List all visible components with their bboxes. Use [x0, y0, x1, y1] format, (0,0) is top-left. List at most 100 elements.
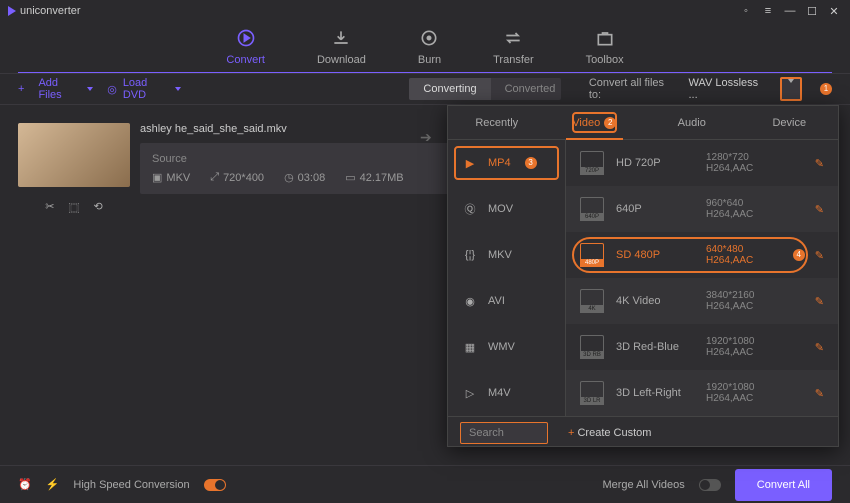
- res-3d-lr[interactable]: 3D LR3D Left-Right1920*1080H264,AAC✎: [566, 370, 838, 416]
- tab-converting[interactable]: Converting: [409, 78, 490, 100]
- avi-icon: ◉: [462, 295, 478, 308]
- res-icon: 640P: [580, 197, 604, 221]
- create-custom-button[interactable]: + Create Custom: [568, 427, 651, 439]
- edit-icon[interactable]: ✎: [815, 387, 824, 400]
- format-wmv[interactable]: ▦WMV: [448, 324, 565, 370]
- crop-icon[interactable]: ⿴: [69, 200, 80, 216]
- video-thumbnail[interactable]: [18, 123, 130, 187]
- callout-badge-3: 3: [525, 157, 537, 169]
- convert-all-button[interactable]: Convert All: [735, 469, 832, 501]
- close-icon[interactable]: ✕: [826, 5, 842, 18]
- disc-icon: ◎: [107, 83, 117, 96]
- callout-badge-4: 4: [793, 249, 805, 261]
- convert-all-to-label: Convert all files to:: [589, 77, 675, 101]
- format-popup: Recently Video2 Audio Device ▶ MP4 3 ⓆMO…: [447, 105, 839, 447]
- chevron-down-icon: [788, 79, 794, 95]
- file-duration: 03:08: [298, 172, 326, 184]
- res-3d-rb[interactable]: 3D RB3D Red-Blue1920*1080H264,AAC✎: [566, 324, 838, 370]
- high-speed-label: High Speed Conversion: [73, 479, 189, 491]
- edit-icon[interactable]: ✎: [815, 249, 824, 262]
- resolution-icon: ⤢: [210, 171, 219, 184]
- tab-audio[interactable]: Audio: [643, 106, 741, 139]
- format-dropdown-button[interactable]: [780, 77, 802, 101]
- app-name: uniconverter: [20, 5, 81, 17]
- burn-icon: [419, 28, 439, 51]
- tab-converted[interactable]: Converted: [491, 78, 561, 100]
- format-mp4[interactable]: ▶ MP4 3: [448, 140, 565, 186]
- trim-icon[interactable]: ✂: [45, 200, 54, 216]
- add-files-button[interactable]: Add Files: [38, 77, 93, 101]
- top-nav: Convert Download Burn Transfer Toolbox: [0, 22, 850, 72]
- maximize-icon[interactable]: ☐: [804, 5, 820, 18]
- res-icon: 3D LR: [580, 381, 604, 405]
- toolbox-icon: [595, 28, 615, 51]
- format-mov[interactable]: ⓆMOV: [448, 186, 565, 232]
- tab-recently[interactable]: Recently: [448, 106, 546, 139]
- format-avi[interactable]: ◉AVI: [448, 278, 565, 324]
- wmv-icon: ▦: [462, 341, 478, 354]
- format-m4v[interactable]: ▷M4V: [448, 370, 565, 416]
- resolution-list[interactable]: 720PHD 720P1280*720H264,AAC✎ 640P640P960…: [566, 140, 838, 416]
- high-speed-toggle[interactable]: [204, 479, 226, 491]
- clock-icon: ◷: [284, 171, 294, 184]
- callout-badge-2: 2: [604, 117, 616, 129]
- video-icon: ▶: [462, 157, 478, 170]
- merge-toggle[interactable]: [699, 479, 721, 491]
- edit-icon[interactable]: ✎: [815, 295, 824, 308]
- content-area: ✂ ⿴ ⟲ ashley he_said_she_said.mkv Source…: [0, 105, 850, 465]
- callout-badge-1: 1: [820, 83, 832, 95]
- titlebar: uniconverter ◦ ≡ — ☐ ✕: [0, 0, 850, 22]
- container-icon: ▣: [152, 171, 162, 184]
- app-logo: uniconverter: [8, 5, 81, 17]
- res-icon: 4K: [580, 289, 604, 313]
- nav-convert[interactable]: Convert: [226, 28, 265, 66]
- alarm-icon[interactable]: ⏰: [18, 478, 32, 491]
- format-list[interactable]: ▶ MP4 3 ⓆMOV {¦}MKV ◉AVI ▦WMV ▷M4V ✕XVID…: [448, 140, 566, 416]
- tab-video[interactable]: Video2: [546, 106, 644, 139]
- edit-icon[interactable]: ✎: [815, 157, 824, 170]
- chevron-down-icon: [175, 87, 181, 91]
- load-dvd-button[interactable]: ◎Load DVD: [107, 77, 181, 101]
- convert-icon: [236, 28, 256, 51]
- nav-download[interactable]: Download: [317, 28, 366, 66]
- download-icon: [331, 28, 351, 51]
- res-icon: 480P: [580, 243, 604, 267]
- edit-icon[interactable]: ✎: [815, 203, 824, 216]
- res-640p[interactable]: 640P640P960*640H264,AAC✎: [566, 186, 838, 232]
- popup-tabs: Recently Video2 Audio Device: [448, 106, 838, 140]
- minimize-icon[interactable]: —: [782, 5, 798, 17]
- toolbar: + Add Files ◎Load DVD Converting Convert…: [0, 73, 850, 105]
- merge-label: Merge All Videos: [602, 479, 684, 491]
- nav-toolbox[interactable]: Toolbox: [586, 28, 624, 66]
- nav-burn[interactable]: Burn: [418, 28, 441, 66]
- nav-transfer[interactable]: Transfer: [493, 28, 534, 66]
- user-icon[interactable]: ◦: [738, 5, 754, 17]
- tab-device[interactable]: Device: [741, 106, 839, 139]
- search-input[interactable]: Search: [460, 422, 548, 444]
- arrow-icon: ➔: [420, 129, 432, 146]
- target-format: WAV Lossless ...: [688, 77, 766, 101]
- folder-icon: ▭: [345, 171, 355, 184]
- mov-icon: Ⓠ: [462, 201, 478, 217]
- chevron-down-icon: [87, 87, 93, 91]
- bolt-icon: ⚡: [46, 478, 60, 491]
- file-size: 42.17MB: [360, 172, 404, 184]
- logo-icon: [8, 6, 16, 16]
- file-resolution: 720*400: [223, 172, 264, 184]
- res-4k[interactable]: 4K4K Video3840*2160H264,AAC✎: [566, 278, 838, 324]
- effects-icon[interactable]: ⟲: [94, 200, 103, 216]
- status-segment: Converting Converted: [409, 78, 560, 100]
- footer: ⏰ ⚡ High Speed Conversion Merge All Vide…: [0, 465, 850, 503]
- add-files-plus-icon: +: [18, 83, 24, 95]
- format-mkv[interactable]: {¦}MKV: [448, 232, 565, 278]
- res-icon: 720P: [580, 151, 604, 175]
- edit-icon[interactable]: ✎: [815, 341, 824, 354]
- file-container: MKV: [166, 172, 190, 184]
- menu-icon[interactable]: ≡: [760, 5, 776, 17]
- res-hd720p[interactable]: 720PHD 720P1280*720H264,AAC✎: [566, 140, 838, 186]
- res-sd480p[interactable]: 480P SD 480P 640*480H264,AAC 4 ✎: [566, 232, 838, 278]
- popup-footer: Search + Create Custom: [448, 416, 838, 448]
- mkv-icon: {¦}: [462, 249, 478, 261]
- m4v-icon: ▷: [462, 387, 478, 400]
- transfer-icon: [503, 28, 523, 51]
